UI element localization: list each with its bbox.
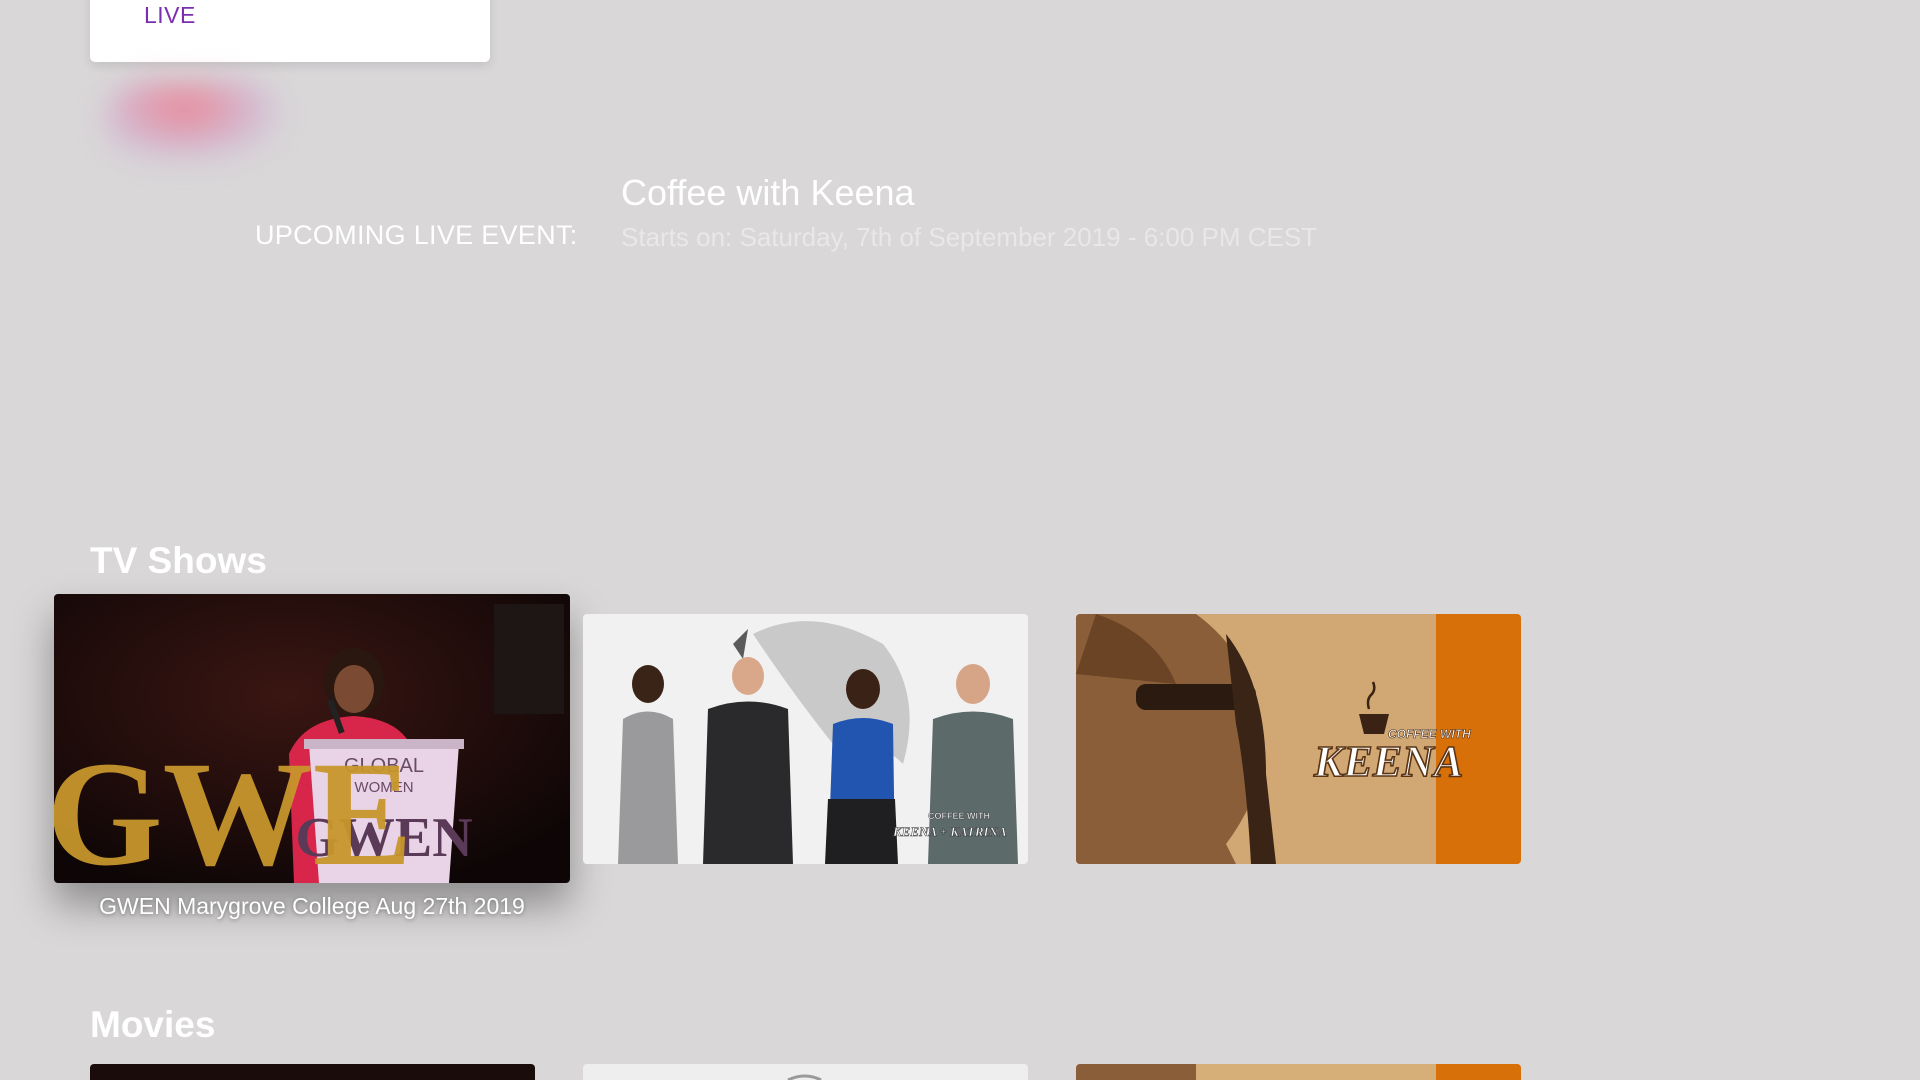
gwen-thumbnail: GLOBAL WOMEN GWEN GWE xyxy=(54,594,570,883)
upcoming-event-start-time: Starts on: Saturday, 7th of September 20… xyxy=(621,222,1318,252)
upcoming-event-label: UPCOMING LIVE EVENT: xyxy=(255,220,578,250)
movie-tile-3[interactable] xyxy=(1076,1064,1521,1080)
show-tile-keena-katrina[interactable]: COFFEE WITH KEENA + KATRINA xyxy=(583,614,1028,864)
glow-decoration xyxy=(105,80,280,160)
movie-tile-1[interactable] xyxy=(90,1064,535,1080)
keena-katrina-thumbnail: COFFEE WITH KEENA + KATRINA xyxy=(583,614,1028,864)
app-screen: LIVE UPCOMING LIVE EVENT: Coffee with Ke… xyxy=(0,0,1920,1080)
upcoming-event-title[interactable]: Coffee with Keena xyxy=(621,172,915,214)
coffee-with-keena-thumbnail: COFFEE WITH KEENA xyxy=(1076,614,1521,864)
overlay-keena-katrina: KEENA + KATRINA xyxy=(892,824,1007,839)
overlay-coffee-with: COFFEE WITH xyxy=(928,811,990,821)
movies-heading: Movies xyxy=(90,1004,216,1045)
coffee-cup-icon xyxy=(1359,714,1389,734)
show-tile-gwen-caption: GWEN Marygrove College Aug 27th 2019 xyxy=(99,893,525,919)
brand-keena: KEENA xyxy=(1313,737,1463,786)
movie-tile-2[interactable] xyxy=(583,1064,1028,1080)
live-label: LIVE xyxy=(144,2,196,28)
live-card[interactable]: LIVE xyxy=(90,0,490,62)
show-tile-coffee-with-keena[interactable]: COFFEE WITH KEENA xyxy=(1076,614,1521,864)
tv-shows-heading: TV Shows xyxy=(90,540,267,581)
balloon-letters: GWE xyxy=(54,731,413,883)
show-tile-gwen[interactable]: GLOBAL WOMEN GWEN GWE xyxy=(54,594,570,883)
